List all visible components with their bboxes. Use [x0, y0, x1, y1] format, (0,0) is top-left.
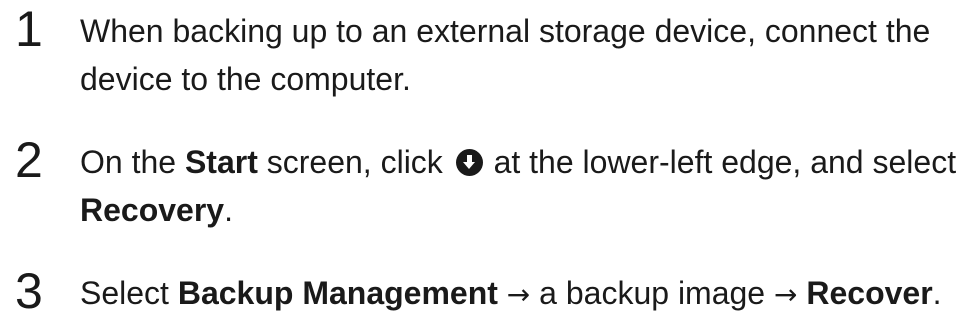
text-segment: Select	[80, 275, 178, 311]
step-text-line-2: Recovery.	[80, 186, 970, 234]
step-number: 1	[15, 1, 43, 57]
text-segment: screen, click	[257, 144, 452, 180]
step-number: 2	[15, 132, 43, 188]
text-segment: .	[932, 275, 942, 311]
step-text: Select Backup Management → a backup imag…	[80, 269, 970, 319]
down-arrow-circle-icon	[455, 149, 483, 176]
text-segment: .	[224, 192, 233, 228]
step-text-line-1: When backing up to an external storage d…	[80, 13, 931, 49]
instruction-steps: 1 When backing up to an external storage…	[0, 0, 979, 336]
step-number: 3	[15, 263, 43, 319]
step-text-line-1: Select Backup Management → a backup imag…	[80, 269, 970, 319]
step-text: On the Start screen, click at the lower-…	[80, 138, 970, 234]
start-screen-label: Start	[184, 144, 258, 180]
right-arrow-icon: →	[497, 278, 540, 311]
text-segment: at the lower-left edge, and select	[484, 144, 957, 180]
recovery-label: Recovery	[80, 192, 225, 228]
recover-label: Recover	[806, 275, 933, 311]
step-text: When backing up to an external storage d…	[80, 7, 970, 103]
text-segment: a backup image	[539, 275, 766, 311]
step-text-line-2: device to the computer.	[80, 61, 411, 97]
right-arrow-icon: →	[765, 278, 807, 311]
text-segment: On the	[80, 144, 185, 180]
step-text-line-1: On the Start screen, click at the lower-…	[80, 138, 970, 186]
backup-management-label: Backup Management	[177, 275, 498, 311]
